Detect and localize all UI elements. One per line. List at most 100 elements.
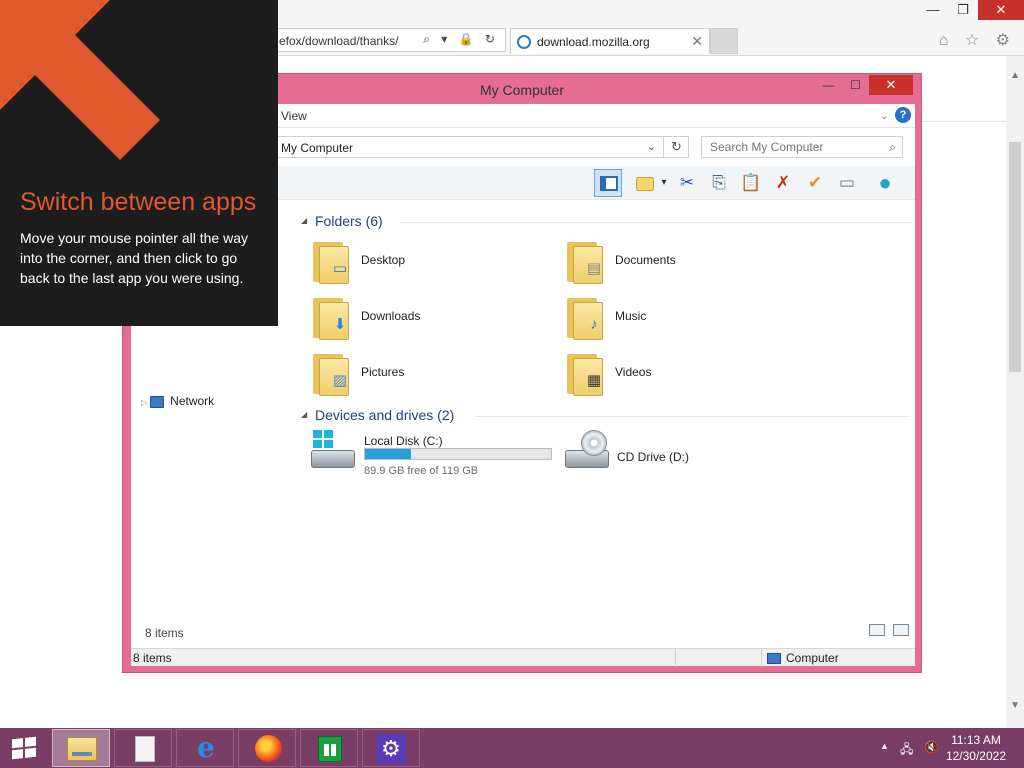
folder-tile-pictures[interactable]: ▨ Pictures <box>309 348 539 400</box>
new-tab-button[interactable] <box>710 28 738 54</box>
pictures-folder-icon: ▨ <box>309 348 357 398</box>
clock-date: 12/30/2022 <box>945 749 1006 763</box>
explorer-search[interactable]: ⌕ <box>701 136 903 158</box>
folder-tile-downloads[interactable]: ⬇ Downloads <box>309 292 539 344</box>
devices-group-label: Devices and drives (2) <box>315 407 455 423</box>
scroll-up-icon[interactable]: ▲ <box>1010 70 1020 81</box>
taskbar-settings[interactable]: ⚙ <box>362 729 420 767</box>
documents-folder-icon: ▤ <box>563 236 611 286</box>
devices-group-header[interactable]: ◢ Devices and drives (2) <box>301 406 911 426</box>
properties-check-icon[interactable]: ✔ <box>801 169 829 197</box>
network-tray-icon[interactable]: 🖧 <box>900 740 913 761</box>
copy-icon[interactable]: ⎘ <box>705 169 733 197</box>
cut-icon[interactable]: ✂ <box>673 169 701 197</box>
folder-name: Documents <box>615 253 676 267</box>
browser-tab[interactable]: download.mozilla.org ✕ <box>510 28 710 54</box>
drive-free-space: 89.9 GB free of 119 GB <box>364 465 479 477</box>
scroll-down-icon[interactable]: ▼ <box>1010 700 1020 711</box>
taskbar-firefox[interactable] <box>238 729 296 767</box>
browser-tools-icons[interactable]: ⌂ ☆ ⚙ <box>939 30 1016 50</box>
clock[interactable]: 11:13 AM 12/30/2022 <box>946 732 1006 764</box>
delete-icon[interactable]: ✗ <box>769 169 797 197</box>
folder-name: Videos <box>615 365 652 379</box>
folder-tile-videos[interactable]: ▦ Videos <box>563 348 793 400</box>
rename-icon[interactable]: ▭ <box>833 169 861 197</box>
drive-tile-cd[interactable]: CD Drive (D:) <box>563 430 763 480</box>
globe-icon[interactable]: ● <box>871 169 899 197</box>
details-view-icon[interactable] <box>869 624 885 636</box>
folder-tile-documents[interactable]: ▤ Documents <box>563 236 793 288</box>
folder-tile-desktop[interactable]: ▭ Desktop <box>309 236 539 288</box>
collapse-icon[interactable]: ◢ <box>301 216 307 225</box>
search-icon[interactable]: ⌕ <box>889 140 896 155</box>
folders-group-header[interactable]: ◢ Folders (6) <box>301 212 911 232</box>
nav-network-label: Network <box>170 394 215 408</box>
nav-item-network[interactable]: ▷ Network <box>141 394 214 408</box>
document-icon <box>135 736 155 762</box>
browser-address-bar[interactable]: efox/download/thanks/ ⌕ ▾ 🔒 ↻ <box>268 28 506 52</box>
browser-minimize-button[interactable]: — <box>918 0 948 20</box>
folder-name: Pictures <box>361 365 405 379</box>
menu-view[interactable]: View <box>281 109 307 123</box>
tab-close-icon[interactable]: ✕ <box>691 33 703 50</box>
explorer-address-bar[interactable]: My Computer ⌄ <box>277 136 689 158</box>
drive-usage-fill <box>365 449 411 459</box>
address-bar-icons[interactable]: ⌕ ▾ 🔒 ↻ <box>423 32 499 47</box>
folder-name: Downloads <box>361 309 421 323</box>
browser-address-text: efox/download/thanks/ <box>279 34 399 48</box>
browser-close-button[interactable]: ✕ <box>978 0 1024 20</box>
group-divider <box>401 222 911 223</box>
group-divider <box>475 416 911 417</box>
explorer-maximize-button[interactable]: ☐ <box>842 75 869 95</box>
browser-tab-title: download.mozilla.org <box>537 35 650 49</box>
refresh-button[interactable]: ↻ <box>663 136 689 158</box>
browser-maximize-button[interactable]: ❐ <box>948 0 978 20</box>
taskbar-blank-document[interactable] <box>114 729 172 767</box>
folder-tile-music[interactable]: ♪ Music <box>563 292 793 344</box>
clock-time: 11:13 AM <box>951 733 1001 747</box>
address-dropdown-icon[interactable]: ⌄ <box>647 140 656 153</box>
status-bar: 8 items Computer <box>131 648 915 667</box>
explorer-window-controls: — ☐ ✕ <box>815 75 913 95</box>
file-explorer-icon <box>67 737 97 761</box>
explorer-minimize-button[interactable]: — <box>815 75 842 95</box>
collapse-icon[interactable]: ◢ <box>301 410 307 419</box>
gear-icon: ⚙ <box>376 734 406 764</box>
system-tray: ▲ 🖧 🔇 11:13 AM 12/30/2022 <box>864 728 1024 768</box>
item-count: 8 items <box>145 626 184 640</box>
paste-icon[interactable]: 📋 <box>737 169 765 197</box>
cd-drive-icon <box>563 430 611 474</box>
drive-name: CD Drive (D:) <box>617 450 689 464</box>
taskbar-store[interactable] <box>300 729 358 767</box>
search-input[interactable] <box>708 139 878 155</box>
browser-scrollbar[interactable] <box>1006 56 1024 728</box>
internet-explorer-icon: e <box>197 731 215 764</box>
volume-muted-icon[interactable]: 🔇 <box>924 740 939 754</box>
show-hidden-icons[interactable]: ▲ <box>880 741 889 751</box>
local-disk-icon <box>309 430 357 474</box>
expand-icon[interactable]: ▷ <box>141 398 147 407</box>
downloads-folder-icon: ⬇ <box>309 292 357 342</box>
folder-check-icon <box>636 176 654 191</box>
windows-logo-icon <box>12 736 36 760</box>
view-toggle <box>869 624 909 636</box>
folder-options-dropdown-icon[interactable]: ▾ <box>657 169 671 197</box>
help-icon[interactable]: ? <box>895 107 911 123</box>
tiles-view-icon[interactable] <box>893 624 909 636</box>
ie-favicon-icon <box>517 35 531 49</box>
folder-options-button[interactable] <box>631 169 659 197</box>
explorer-close-button[interactable]: ✕ <box>869 75 913 95</box>
start-button[interactable] <box>0 728 46 768</box>
store-icon <box>318 736 342 762</box>
drive-tile-local-disk[interactable]: Local Disk (C:) 89.9 GB free of 119 GB <box>309 430 569 480</box>
scrollbar-thumb[interactable] <box>1009 142 1021 372</box>
taskbar-file-explorer[interactable] <box>52 729 110 767</box>
taskbar-internet-explorer[interactable]: e <box>176 729 234 767</box>
folder-name: Desktop <box>361 253 406 267</box>
explorer-content: ◢ Folders (6) ▭ Desktop ▤ Documents ⬇ Do… <box>293 202 915 632</box>
folder-name: Music <box>615 309 647 323</box>
layout-pane-button[interactable] <box>594 169 622 197</box>
explorer-address-text: My Computer <box>281 141 354 155</box>
drive-name: Local Disk (C:) <box>364 434 443 448</box>
chevron-down-icon[interactable]: ⌄ <box>880 109 889 122</box>
